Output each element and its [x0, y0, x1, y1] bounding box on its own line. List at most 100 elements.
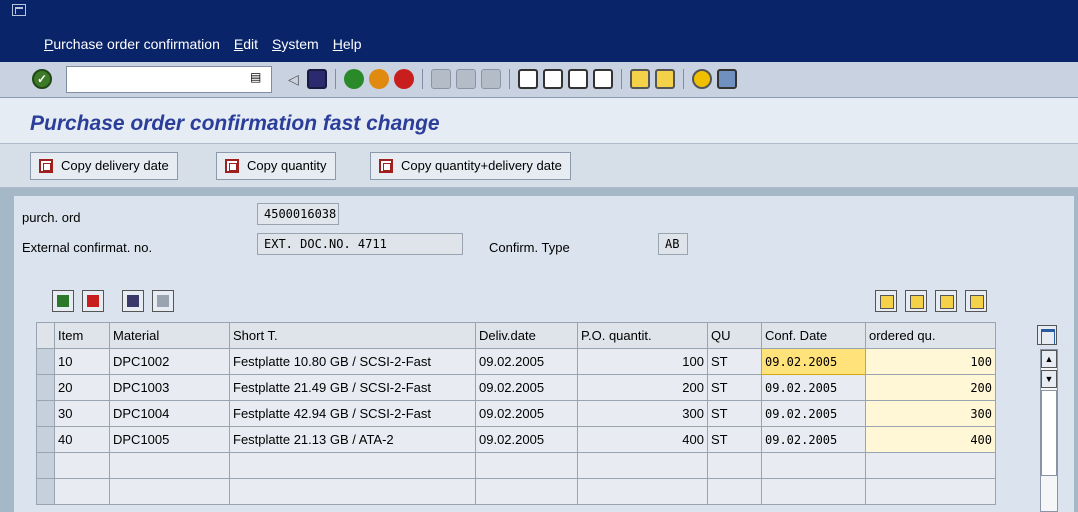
table-settings-icon[interactable] [1037, 325, 1057, 345]
cell-delivery-date: 09.02.2005 [475, 348, 578, 375]
cell-item: 20 [54, 374, 110, 401]
copy-delivery-date-button[interactable]: Copy delivery date [30, 152, 178, 180]
confirm-type-field[interactable]: AB [658, 233, 688, 255]
menu-system[interactable]: System [272, 36, 319, 52]
ordered-qty-input[interactable]: 300 [865, 400, 996, 427]
save-icon[interactable] [306, 69, 327, 89]
cell-empty [229, 478, 476, 505]
cell-delivery-date: 09.02.2005 [475, 400, 578, 427]
menu-bar: Purchase order confirmation Edit System … [0, 0, 1078, 62]
menu-help[interactable]: Help [333, 36, 362, 52]
back-green-icon[interactable] [343, 69, 364, 89]
window-menu-icon[interactable] [12, 4, 26, 16]
row-selector[interactable] [36, 374, 55, 401]
command-history-icon[interactable]: ▤ [250, 70, 261, 84]
page-title: Purchase order confirmation fast change [30, 112, 440, 135]
first-page-icon[interactable] [875, 290, 897, 312]
col-header-item[interactable]: Item [54, 322, 110, 349]
col-header-material[interactable]: Material [109, 322, 230, 349]
toolbar-separator [682, 69, 684, 89]
conf-date-input[interactable]: 09.02.2005 [761, 426, 866, 453]
cell-po-quantity: 300 [577, 400, 708, 427]
cell-material: DPC1005 [109, 426, 230, 453]
col-header-short-text[interactable]: Short T. [229, 322, 476, 349]
items-table: Item Material Short T. Deliv.date P.O. q… [36, 322, 996, 505]
first-page-icon[interactable] [517, 69, 538, 89]
col-header-po-quantity[interactable]: P.O. quantit. [577, 322, 708, 349]
scroll-down-icon[interactable]: ▼ [1041, 370, 1057, 388]
row-selector[interactable] [36, 400, 55, 427]
scroll-up-icon[interactable]: ▲ [1041, 350, 1057, 368]
copy-quantity-delivery-date-button[interactable]: Copy quantity+delivery date [370, 152, 571, 180]
ordered-qty-input[interactable]: 200 [865, 374, 996, 401]
table-vertical-scrollbar[interactable]: ▲ ▼ [1040, 349, 1058, 512]
cell-short-text: Festplatte 42.94 GB / SCSI-2-Fast [229, 400, 476, 427]
row-selector[interactable] [36, 478, 55, 505]
cell-empty [109, 452, 230, 479]
menu-items: Purchase order confirmation Edit System … [44, 36, 362, 52]
deselect-all-icon[interactable] [152, 290, 174, 312]
table-control-buttons [52, 290, 174, 312]
menu-purchase-order-confirmation[interactable]: Purchase order confirmation [44, 36, 220, 52]
cell-unit: ST [707, 426, 762, 453]
conf-date-input[interactable]: 09.02.2005 [761, 374, 866, 401]
purch-ord-field[interactable]: 4500016038 [257, 203, 339, 225]
col-header-delivery-date[interactable]: Deliv.date [475, 322, 578, 349]
copy-icon [379, 159, 393, 173]
cancel-icon[interactable] [393, 69, 414, 89]
table-row: 40 DPC1005 Festplatte 21.13 GB / ATA-2 0… [36, 426, 996, 453]
cell-empty [577, 452, 708, 479]
ordered-qty-input[interactable]: 100 [865, 348, 996, 375]
find-next-icon[interactable] [480, 69, 501, 89]
row-selector[interactable] [36, 452, 55, 479]
col-header-ordered-qty[interactable]: ordered qu. [865, 322, 996, 349]
col-header-unit[interactable]: QU [707, 322, 762, 349]
table-header-row: Item Material Short T. Deliv.date P.O. q… [36, 322, 996, 349]
conf-date-input[interactable]: 09.02.2005 [761, 348, 866, 375]
find-icon[interactable] [455, 69, 476, 89]
confirm-type-label: Confirm. Type [489, 240, 570, 255]
cell-po-quantity: 200 [577, 374, 708, 401]
new-session-icon[interactable] [629, 69, 650, 89]
back-icon[interactable]: ◁ [288, 71, 299, 88]
row-selector[interactable] [36, 348, 55, 375]
ordered-qty-input[interactable]: 400 [865, 426, 996, 453]
conf-date-input[interactable]: 09.02.2005 [761, 400, 866, 427]
command-field[interactable] [66, 66, 272, 93]
copy-quantity-button[interactable]: Copy quantity [216, 152, 336, 180]
col-header-conf-date[interactable]: Conf. Date [761, 322, 866, 349]
exit-icon[interactable] [368, 69, 389, 89]
cell-short-text: Festplatte 21.49 GB / SCSI-2-Fast [229, 374, 476, 401]
enter-icon[interactable]: ✓ [32, 69, 52, 89]
row-selector[interactable] [36, 426, 55, 453]
scroll-track[interactable] [1041, 390, 1057, 476]
menu-edit[interactable]: Edit [234, 36, 258, 52]
prev-page-icon[interactable] [542, 69, 563, 89]
insert-row-icon[interactable] [52, 290, 74, 312]
external-confirmation-field[interactable]: EXT. DOC.NO. 4711 [257, 233, 463, 255]
next-page-icon[interactable] [567, 69, 588, 89]
cell-item: 10 [54, 348, 110, 375]
cell-empty [577, 478, 708, 505]
print-icon[interactable] [430, 69, 451, 89]
prev-page-icon[interactable] [905, 290, 927, 312]
purch-ord-label: purch. ord [22, 210, 81, 225]
delete-row-icon[interactable] [82, 290, 104, 312]
table-row-empty [36, 452, 996, 479]
table-row: 30 DPC1004 Festplatte 42.94 GB / SCSI-2-… [36, 400, 996, 427]
help-icon[interactable] [691, 69, 712, 89]
cell-empty [54, 452, 110, 479]
cell-empty [475, 478, 578, 505]
shortcut-icon[interactable] [654, 69, 675, 89]
button-label: Copy delivery date [61, 158, 169, 173]
select-all-cell[interactable] [36, 322, 55, 349]
next-page-icon[interactable] [935, 290, 957, 312]
external-confirmation-label: External confirmat. no. [22, 240, 153, 255]
last-page-icon[interactable] [965, 290, 987, 312]
copy-icon [225, 159, 239, 173]
select-all-icon[interactable] [122, 290, 144, 312]
customize-layout-icon[interactable] [716, 69, 737, 89]
cell-empty [229, 452, 476, 479]
last-page-icon[interactable] [592, 69, 613, 89]
table-row: 10 DPC1002 Festplatte 10.80 GB / SCSI-2-… [36, 348, 996, 375]
